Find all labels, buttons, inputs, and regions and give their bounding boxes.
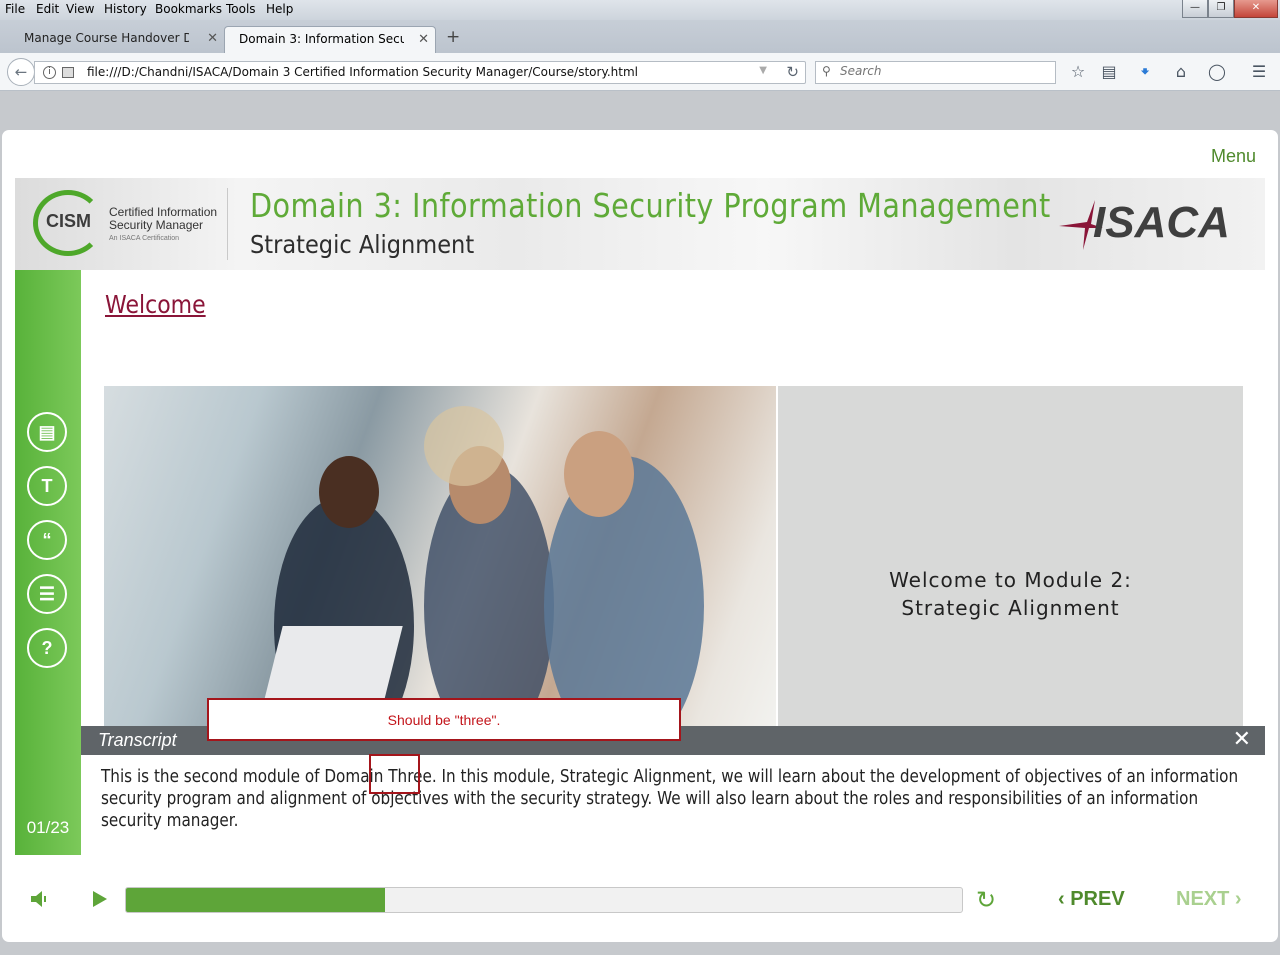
back-arrow-icon[interactable]: ←: [7, 58, 35, 86]
resources-icon[interactable]: ☰: [27, 574, 67, 614]
banner-divider: [227, 188, 228, 260]
tab-domain-3[interactable]: Domain 3: Information Security P ✕: [224, 26, 436, 53]
player-controls: ↻ ‹ PREV NEXT ›: [0, 868, 1280, 928]
home-icon[interactable]: ⌂: [1170, 61, 1192, 83]
close-icon[interactable]: ✕: [207, 26, 218, 51]
glossary-icon[interactable]: T: [27, 466, 67, 506]
cism-logo-text: Certified Information Security Manager A…: [109, 206, 217, 245]
chevron-down-icon[interactable]: ▼: [759, 65, 767, 76]
isaca-logo: ISACA: [1055, 194, 1235, 254]
notes-icon[interactable]: ▤: [27, 412, 67, 452]
reload-icon[interactable]: ↻: [786, 63, 799, 81]
play-icon[interactable]: [90, 889, 110, 909]
menu-edit[interactable]: Edit: [36, 2, 59, 16]
hamburger-menu-icon[interactable]: ☰: [1248, 61, 1270, 83]
next-label: NEXT: [1176, 888, 1230, 910]
address-bar[interactable]: i file:///D:/Chandni/ISACA/Domain 3 Cert…: [34, 61, 806, 84]
search-icon: ⚲: [822, 64, 831, 78]
welcome-panel: Welcome to Module 2: Strategic Alignment: [778, 386, 1243, 726]
pocket-icon[interactable]: ◯: [1206, 61, 1228, 83]
slide-counter: 01/23: [26, 818, 70, 837]
isaca-wordmark: ISACA: [1093, 198, 1230, 247]
close-icon[interactable]: ✕: [418, 27, 429, 52]
menu-file[interactable]: File: [5, 2, 25, 16]
next-button[interactable]: NEXT ›: [1176, 888, 1242, 911]
tab-strip: Manage Course Handover Docum ✕ Domain 3:…: [0, 20, 1280, 53]
welcome-heading: Welcome to Module 2: Strategic Alignment: [778, 566, 1243, 622]
bookmark-star-icon[interactable]: ☆: [1067, 61, 1089, 83]
course-player: Menu CISM Certified Information Security…: [2, 130, 1278, 942]
volume-icon[interactable]: [28, 888, 50, 910]
minimize-button[interactable]: —: [1182, 0, 1208, 18]
course-sidebar: ▤ T “ ☰ ? 01/23: [15, 270, 81, 855]
cism-line3: An ISACA Certification: [109, 235, 180, 242]
course-title: Domain 3: Information Security Program M…: [250, 186, 1051, 225]
progress-bar[interactable]: [125, 887, 963, 913]
search-input[interactable]: [840, 64, 1040, 78]
welcome-line2: Strategic Alignment: [901, 596, 1120, 620]
menu-history[interactable]: History: [104, 2, 147, 16]
new-tab-icon[interactable]: +: [446, 27, 460, 47]
download-icon[interactable]: 🠻: [1134, 61, 1156, 83]
menu-tools[interactable]: Tools: [226, 2, 256, 16]
transcript-title: Transcript: [98, 730, 177, 750]
review-highlight-box: [369, 754, 420, 794]
prev-button[interactable]: ‹ PREV: [1058, 888, 1125, 911]
course-banner: CISM Certified Information Security Mana…: [15, 178, 1265, 270]
help-icon[interactable]: ?: [27, 628, 67, 668]
progress-fill: [126, 888, 386, 912]
tab-label: Domain 3: Information Security P: [239, 32, 404, 46]
menu-bar: File Edit View History Bookmarks Tools H…: [0, 0, 1280, 20]
course-subtitle: Strategic Alignment: [250, 230, 475, 259]
menu-help[interactable]: Help: [266, 2, 293, 16]
quote-icon[interactable]: “: [27, 520, 67, 560]
tab-course-handover[interactable]: Manage Course Handover Docum ✕: [10, 26, 224, 53]
maximize-button[interactable]: ❐: [1208, 0, 1234, 18]
replay-icon[interactable]: ↻: [976, 886, 996, 914]
close-icon[interactable]: ✕: [1233, 727, 1251, 752]
transcript-text: This is the second module of Domain Thre…: [101, 767, 1239, 831]
reading-list-icon[interactable]: ▤: [1098, 61, 1120, 83]
tab-label: Manage Course Handover Docum: [24, 31, 189, 45]
cism-line2: Security Manager: [109, 218, 204, 232]
review-callout: Should be "three".: [207, 698, 681, 741]
welcome-line1: Welcome to Module 2:: [889, 568, 1132, 592]
team-photo: [104, 386, 776, 726]
prev-label: PREV: [1070, 888, 1125, 910]
url-text[interactable]: file:///D:/Chandni/ISACA/Domain 3 Certif…: [87, 65, 638, 79]
menu-view[interactable]: View: [66, 2, 94, 16]
menu-bookmarks[interactable]: Bookmarks: [155, 2, 222, 16]
cism-mark: CISM: [46, 211, 91, 231]
cism-logo: CISM: [33, 190, 103, 256]
page-icon: [62, 67, 74, 78]
search-bar[interactable]: ⚲: [815, 61, 1056, 84]
course-menu-link[interactable]: Menu: [1211, 146, 1256, 167]
slide-title: Welcome: [105, 290, 206, 319]
close-window-button[interactable]: ✕: [1234, 0, 1278, 18]
info-icon[interactable]: i: [43, 66, 56, 79]
